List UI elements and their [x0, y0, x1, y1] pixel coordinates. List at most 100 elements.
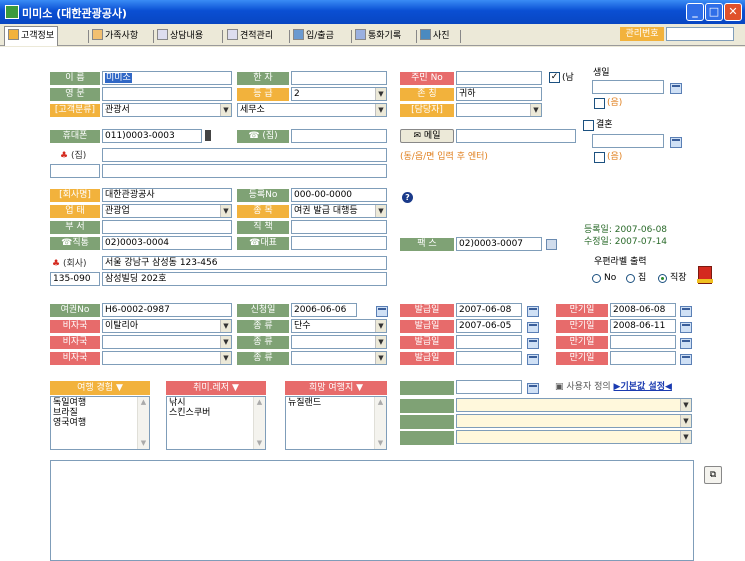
apply-date-input[interactable]: 2006-06-06 [291, 303, 357, 317]
expire-date-input[interactable]: 2008-06-11 [610, 319, 676, 333]
scroll-up-icon[interactable]: ▲ [376, 398, 385, 407]
home-phone-input[interactable] [291, 129, 387, 143]
expire-calendar-icon[interactable] [680, 338, 692, 349]
company-address-input[interactable]: 서울 강남구 삼성동 123-456 [102, 256, 387, 270]
scrollbar[interactable]: ▲ ▼ [253, 397, 265, 449]
issue-date-input[interactable] [456, 335, 522, 349]
visa-type-select[interactable]: ▼ [291, 351, 387, 365]
home-zip-input[interactable] [50, 164, 100, 178]
email-button[interactable]: ✉ 메일 [400, 129, 454, 143]
mailbox-icon[interactable] [697, 266, 713, 284]
issue-calendar-icon[interactable] [527, 354, 539, 365]
hobby-list[interactable]: 낚시 스킨스쿠버 ▲ ▼ [166, 396, 266, 450]
hanja-input[interactable] [291, 71, 387, 85]
tab-family[interactable]: 가족사항 [92, 28, 138, 44]
custom-row2-select[interactable]: ▼ [456, 414, 692, 428]
custom-calendar-icon[interactable] [527, 383, 539, 394]
resident-input[interactable] [456, 71, 542, 85]
mail-option-no-radio[interactable] [592, 274, 601, 283]
mobile-phone-icon[interactable] [205, 130, 211, 141]
scrollbar[interactable]: ▲ ▼ [137, 397, 149, 449]
issue-date-input[interactable]: 2007-06-08 [456, 303, 522, 317]
minimize-button[interactable]: _ [686, 3, 704, 21]
scroll-up-icon[interactable]: ▲ [255, 398, 264, 407]
tab-consult[interactable]: 상담내용 [157, 28, 203, 44]
visa-country-select[interactable]: ▼ [102, 351, 232, 365]
tab-photo[interactable]: 사진 [420, 28, 450, 44]
help-icon[interactable]: ? [402, 192, 413, 203]
expire-calendar-icon[interactable] [680, 306, 692, 317]
english-input[interactable] [102, 87, 232, 101]
work-phone-input[interactable]: 02)0003-0004 [102, 236, 232, 250]
dept-input[interactable] [102, 220, 232, 234]
travel-experience-list[interactable]: 독일여행 브라질 영국여행 ▲ ▼ [50, 396, 150, 450]
category-select[interactable]: 관광서 ▼ [102, 103, 232, 117]
birthday-lunar-checkbox[interactable] [594, 98, 605, 109]
passport-input[interactable]: H6-0002-0987 [102, 303, 232, 317]
scroll-down-icon[interactable]: ▼ [139, 439, 148, 448]
maximize-button[interactable]: □ [705, 3, 723, 21]
anniversary-lunar-checkbox[interactable] [594, 152, 605, 163]
company-zip-input[interactable]: 135-090 [50, 272, 100, 286]
wish-destination-header[interactable]: 희망 여행지 ▼ [285, 381, 387, 395]
male-checkbox[interactable]: ✓ [549, 72, 560, 83]
tab-money[interactable]: 입/출금 [293, 28, 334, 44]
travel-experience-header[interactable]: 여행 경험 ▼ [50, 381, 150, 395]
scrollbar[interactable]: ▲ ▼ [374, 397, 386, 449]
category2-select[interactable]: 세무소 ▼ [237, 103, 387, 117]
anniversary-calendar-icon[interactable] [670, 137, 682, 148]
memo-expand-icon[interactable]: ⧉ [704, 466, 722, 484]
manager-number-input[interactable] [666, 27, 734, 41]
home-address2-input[interactable] [102, 164, 387, 178]
company-address2-input[interactable]: 삼성빌딩 202호 [102, 272, 387, 286]
title-input[interactable]: 귀하 [456, 87, 542, 101]
tab-quote[interactable]: 견적관리 [227, 28, 273, 44]
issue-date-input[interactable] [456, 351, 522, 365]
anniversary-input[interactable] [592, 134, 664, 148]
tab-call-log[interactable]: 통화기록 [355, 28, 401, 44]
visa-type-select[interactable]: 단수 ▼ [291, 319, 387, 333]
custom-field-input[interactable] [456, 380, 522, 394]
grade-select[interactable]: 2 ▼ [291, 87, 387, 101]
fax-send-icon[interactable] [546, 239, 557, 250]
assignee-select[interactable]: ▼ [456, 103, 542, 117]
anniversary-checkbox[interactable] [583, 120, 594, 131]
mail-option-home-radio[interactable] [626, 274, 635, 283]
reg-no-input[interactable]: 000-00-0000 [291, 188, 387, 202]
visa-country-select[interactable]: ▼ [102, 335, 232, 349]
birthday-input[interactable] [592, 80, 664, 94]
visa-country-select[interactable]: 이탈리아 ▼ [102, 319, 232, 333]
custom-row1-select[interactable]: ▼ [456, 398, 692, 412]
email-input[interactable] [456, 129, 576, 143]
name-input[interactable]: 미미소 [102, 71, 232, 85]
scroll-up-icon[interactable]: ▲ [139, 398, 148, 407]
company-input[interactable]: 대한관광공사 [102, 188, 232, 202]
scroll-down-icon[interactable]: ▼ [376, 439, 385, 448]
issue-calendar-icon[interactable] [527, 306, 539, 317]
expire-date-input[interactable]: 2008-06-08 [610, 303, 676, 317]
scroll-down-icon[interactable]: ▼ [255, 439, 264, 448]
wish-destination-list[interactable]: 뉴질랜드 ▲ ▼ [285, 396, 387, 450]
hobby-header[interactable]: 취미.레저 ▼ [166, 381, 266, 395]
tab-customer-info[interactable]: 고객정보 [4, 26, 59, 46]
expire-calendar-icon[interactable] [680, 354, 692, 365]
fax-input[interactable]: 02)0003-0007 [456, 237, 542, 251]
business-select[interactable]: 관광업 ▼ [102, 204, 232, 218]
mobile-input[interactable]: 011)0003-0003 [102, 129, 202, 143]
item-select[interactable]: 여권 발급 대행등 ▼ [291, 204, 387, 218]
memo-textarea[interactable] [50, 460, 694, 561]
expire-date-input[interactable] [610, 351, 676, 365]
main-phone-input[interactable] [291, 236, 387, 250]
expire-calendar-icon[interactable] [680, 322, 692, 333]
position-input[interactable] [291, 220, 387, 234]
issue-date-input[interactable]: 2007-06-05 [456, 319, 522, 333]
issue-calendar-icon[interactable] [527, 322, 539, 333]
mail-option-work-radio[interactable] [658, 274, 667, 283]
visa-type-select[interactable]: ▼ [291, 335, 387, 349]
close-button[interactable]: ✕ [724, 3, 742, 21]
issue-calendar-icon[interactable] [527, 338, 539, 349]
apply-date-calendar-icon[interactable] [376, 306, 388, 317]
expire-date-input[interactable] [610, 335, 676, 349]
home-address-input[interactable] [102, 148, 387, 162]
custom-row3-select[interactable]: ▼ [456, 430, 692, 444]
